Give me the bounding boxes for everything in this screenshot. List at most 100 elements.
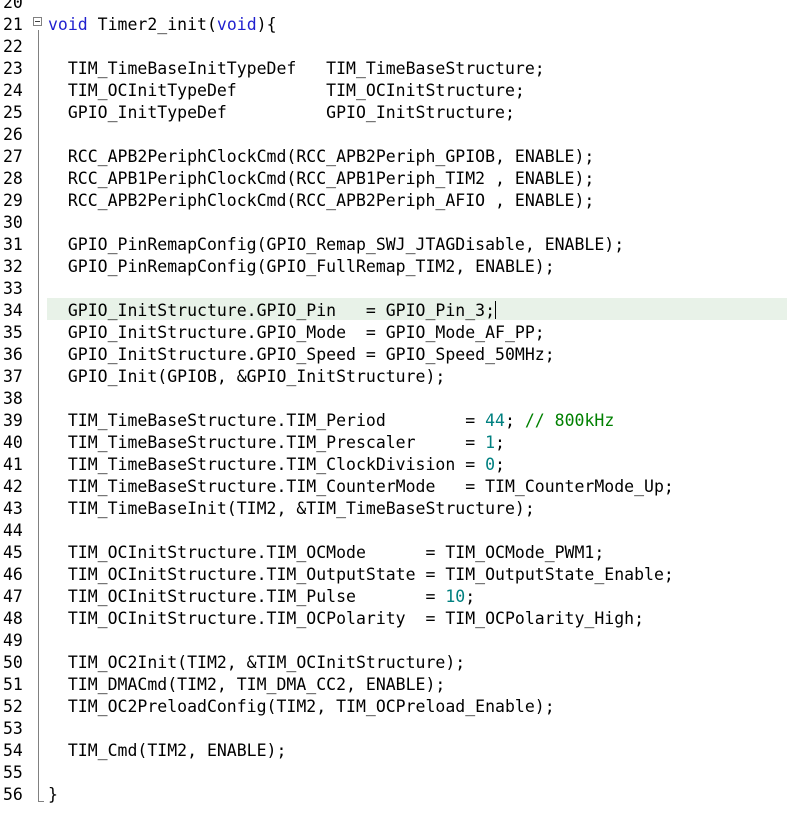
code-token: GPIO_Init(GPIOB, &GPIO_InitStructure); xyxy=(48,367,446,386)
code-token: TIM_TimeBaseStructure.TIM_Period = xyxy=(48,411,486,430)
line-number: 37 xyxy=(3,367,23,386)
code-line[interactable]: 49 xyxy=(0,630,787,652)
code-line[interactable]: 56} xyxy=(0,784,787,806)
line-number: 44 xyxy=(3,521,23,540)
line-number: 24 xyxy=(3,81,23,100)
line-number: 30 xyxy=(3,213,23,232)
line-number: 47 xyxy=(3,587,23,606)
code-line[interactable]: 50 TIM_OC2Init(TIM2, &TIM_OCInitStructur… xyxy=(0,652,787,674)
number-token: 1 xyxy=(485,433,496,452)
code-line[interactable]: 54 TIM_Cmd(TIM2, ENABLE); xyxy=(0,740,787,762)
code-text: TIM_OCInitStructure.TIM_Pulse = 10; xyxy=(48,586,475,608)
line-number: 33 xyxy=(3,279,23,298)
line-number: 26 xyxy=(3,125,23,144)
code-line[interactable]: 51 TIM_DMACmd(TIM2, TIM_DMA_CC2, ENABLE)… xyxy=(0,674,787,696)
code-text: GPIO_InitStructure.GPIO_Mode = GPIO_Mode… xyxy=(48,322,545,344)
code-token: RCC_APB2PeriphClockCmd(RCC_APB2Periph_AF… xyxy=(48,191,595,210)
code-text: TIM_TimeBaseStructure.TIM_Period = 44; /… xyxy=(48,410,614,432)
code-line[interactable]: 26 xyxy=(0,124,787,146)
line-number: 55 xyxy=(3,763,23,782)
line-number: 43 xyxy=(3,499,23,518)
code-text: TIM_TimeBaseInitTypeDef TIM_TimeBaseStru… xyxy=(48,58,545,80)
code-line[interactable]: 22 xyxy=(0,36,787,58)
code-line[interactable]: 39 TIM_TimeBaseStructure.TIM_Period = 44… xyxy=(0,410,787,432)
code-line[interactable]: 27 RCC_APB2PeriphClockCmd(RCC_APB2Periph… xyxy=(0,146,787,168)
code-token: RCC_APB1PeriphClockCmd(RCC_APB1Periph_TI… xyxy=(48,169,595,188)
code-line[interactable]: 35 GPIO_InitStructure.GPIO_Mode = GPIO_M… xyxy=(0,322,787,344)
code-line[interactable]: 52 TIM_OC2PreloadConfig(TIM2, TIM_OCPrel… xyxy=(0,696,787,718)
number-token: 44 xyxy=(485,411,505,430)
line-number: 21 xyxy=(3,15,23,34)
line-number: 22 xyxy=(3,37,23,56)
code-text: GPIO_Init(GPIOB, &GPIO_InitStructure); xyxy=(48,366,446,388)
code-line[interactable]: 40 TIM_TimeBaseStructure.TIM_Prescaler =… xyxy=(0,432,787,454)
code-token: ; xyxy=(495,455,505,474)
line-number: 56 xyxy=(3,785,23,804)
code-text: TIM_OC2PreloadConfig(TIM2, TIM_OCPreload… xyxy=(48,696,555,718)
code-line[interactable]: 53 xyxy=(0,718,787,740)
line-number: 31 xyxy=(3,235,23,254)
line-number: 29 xyxy=(3,191,23,210)
code-line[interactable]: 41 TIM_TimeBaseStructure.TIM_ClockDivisi… xyxy=(0,454,787,476)
code-line[interactable]: 42 TIM_TimeBaseStructure.TIM_CounterMode… xyxy=(0,476,787,498)
code-line[interactable]: 28 RCC_APB1PeriphClockCmd(RCC_APB1Periph… xyxy=(0,168,787,190)
code-text: TIM_OCInitStructure.TIM_OCMode = TIM_OCM… xyxy=(48,542,604,564)
code-token: TIM_OCInitStructure.TIM_Pulse = xyxy=(48,587,446,606)
code-token: TIM_OCInitTypeDef TIM_OCInitStructure; xyxy=(48,81,525,100)
code-line[interactable]: 45 TIM_OCInitStructure.TIM_OCMode = TIM_… xyxy=(0,542,787,564)
code-line[interactable]: 24 TIM_OCInitTypeDef TIM_OCInitStructure… xyxy=(0,80,787,102)
code-line[interactable]: 31 GPIO_PinRemapConfig(GPIO_Remap_SWJ_JT… xyxy=(0,234,787,256)
line-number: 54 xyxy=(3,741,23,760)
text-caret xyxy=(495,301,497,319)
code-text: TIM_DMACmd(TIM2, TIM_DMA_CC2, ENABLE); xyxy=(48,674,446,696)
code-token: RCC_APB2PeriphClockCmd(RCC_APB2Periph_GP… xyxy=(48,147,595,166)
code-line[interactable]: 34 GPIO_InitStructure.GPIO_Pin = GPIO_Pi… xyxy=(0,300,787,322)
code-token: TIM_TimeBaseInit(TIM2, &TIM_TimeBaseStru… xyxy=(48,499,535,518)
code-line[interactable]: 55 xyxy=(0,762,787,784)
code-line[interactable]: 21 void Timer2_init(void){ xyxy=(0,14,787,36)
code-line[interactable]: 47 TIM_OCInitStructure.TIM_Pulse = 10; xyxy=(0,586,787,608)
code-line[interactable]: 25 GPIO_InitTypeDef GPIO_InitStructure; xyxy=(0,102,787,124)
code-line[interactable]: 43 TIM_TimeBaseInit(TIM2, &TIM_TimeBaseS… xyxy=(0,498,787,520)
code-text: TIM_OCInitStructure.TIM_OCPolarity = TIM… xyxy=(48,608,644,630)
code-line[interactable]: 23 TIM_TimeBaseInitTypeDef TIM_TimeBaseS… xyxy=(0,58,787,80)
code-editor[interactable]: 20 21 void Timer2_init(void){22 23 TIM_Time… xyxy=(0,0,787,813)
line-number: 40 xyxy=(3,433,23,452)
code-token: TIM_TimeBaseStructure.TIM_Prescaler = xyxy=(48,433,486,452)
code-line[interactable]: 33 xyxy=(0,278,787,300)
code-line[interactable]: 32 GPIO_PinRemapConfig(GPIO_FullRemap_TI… xyxy=(0,256,787,278)
code-line[interactable]: 30 xyxy=(0,212,787,234)
code-line[interactable]: 29 RCC_APB2PeriphClockCmd(RCC_APB2Periph… xyxy=(0,190,787,212)
code-text: GPIO_InitStructure.GPIO_Pin = GPIO_Pin_3… xyxy=(48,300,497,322)
line-number: 28 xyxy=(3,169,23,188)
line-number: 35 xyxy=(3,323,23,342)
line-number: 48 xyxy=(3,609,23,628)
code-text: TIM_Cmd(TIM2, ENABLE); xyxy=(48,740,287,762)
code-line[interactable]: 48 TIM_OCInitStructure.TIM_OCPolarity = … xyxy=(0,608,787,630)
code-line[interactable]: 37 GPIO_Init(GPIOB, &GPIO_InitStructure)… xyxy=(0,366,787,388)
code-token: TIM_OC2PreloadConfig(TIM2, TIM_OCPreload… xyxy=(48,697,555,716)
code-line[interactable]: 38 xyxy=(0,388,787,410)
code-token: TIM_OC2Init(TIM2, &TIM_OCInitStructure); xyxy=(48,653,466,672)
line-number: 20 xyxy=(3,0,23,12)
code-line[interactable]: 36 GPIO_InitStructure.GPIO_Speed = GPIO_… xyxy=(0,344,787,366)
code-token: TIM_OCInitStructure.TIM_OCPolarity = TIM… xyxy=(48,609,645,628)
code-line[interactable]: 44 xyxy=(0,520,787,542)
code-token: GPIO_InitStructure.GPIO_Pin = GPIO_Pin_3… xyxy=(48,301,496,320)
code-line[interactable]: 46 TIM_OCInitStructure.TIM_OutputState =… xyxy=(0,564,787,586)
code-text: TIM_TimeBaseInit(TIM2, &TIM_TimeBaseStru… xyxy=(48,498,535,520)
code-text: TIM_OC2Init(TIM2, &TIM_OCInitStructure); xyxy=(48,652,465,674)
code-text: GPIO_InitStructure.GPIO_Speed = GPIO_Spe… xyxy=(48,344,555,366)
code-token: TIM_TimeBaseStructure.TIM_CounterMode = … xyxy=(48,477,674,496)
code-token: TIM_OCInitStructure.TIM_OutputState = TI… xyxy=(48,565,674,584)
line-number: 42 xyxy=(3,477,23,496)
line-number: 46 xyxy=(3,565,23,584)
keyword-token: void xyxy=(48,15,88,34)
code-token: ; xyxy=(504,411,525,430)
code-line[interactable]: 20 xyxy=(0,0,787,14)
code-token: GPIO_PinRemapConfig(GPIO_Remap_SWJ_JTAGD… xyxy=(48,235,625,254)
line-number: 52 xyxy=(3,697,23,716)
code-text: TIM_TimeBaseStructure.TIM_ClockDivision … xyxy=(48,454,505,476)
comment-token: // 800kHz xyxy=(524,411,615,430)
code-text: GPIO_InitTypeDef GPIO_InitStructure; xyxy=(48,102,515,124)
